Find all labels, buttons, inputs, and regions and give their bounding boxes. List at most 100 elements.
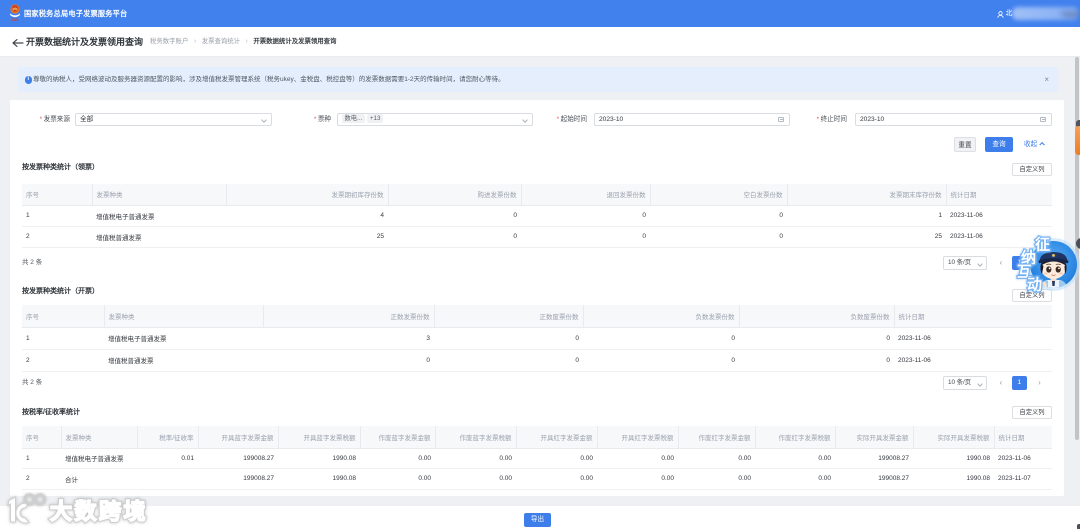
chevron-up-icon: [1039, 142, 1045, 148]
page-title: 开票数据统计及发票领用查询: [26, 37, 144, 47]
column-header: 发票种类: [92, 184, 227, 206]
floating-widget-orange[interactable]: [1075, 126, 1080, 155]
table-cell: 0.00: [597, 468, 678, 490]
section-title-issue: 按发票种类统计（开票）: [22, 288, 99, 295]
collapse-link[interactable]: 收起: [1024, 137, 1045, 152]
table-cell: 2023-11-06: [994, 448, 1052, 469]
table-cell: 0.01: [137, 448, 198, 469]
notice-close-icon[interactable]: ×: [1044, 67, 1049, 92]
prev-page-button[interactable]: ‹: [997, 376, 1005, 390]
mascot-zhengna-hudong[interactable]: 征 纳 互 动: [1008, 228, 1080, 300]
column-header: 负数废票份数: [739, 305, 895, 328]
filter-label-type: * 票种: [313, 115, 331, 123]
table-row[interactable]: 1 增值税电子普通发票 3 0 0 0 2023-11-06: [22, 327, 1052, 350]
column-header: 作废蓝字发票税额: [435, 426, 517, 449]
table-cell: 1990.08: [913, 468, 994, 490]
column-header: 发票期末库存份数: [787, 184, 947, 206]
data-table: 序号 发票种类 税率/征收率 开具蓝字发票金额 开具蓝字发票税额 作废蓝字发票金额 作废蓝字…: [22, 426, 1052, 490]
data-table: 序号 发票种类 发票期初库存份数 购进发票份数 退回发票份数 空白发票份数 发票期末库存份数…: [22, 184, 1052, 248]
breadcrumb: 税务数字账户 › 发票查询统计 › 开票数据统计及发票领用查询: [150, 30, 336, 54]
reset-button[interactable]: 重置: [954, 137, 976, 152]
filter-select-type[interactable]: 数电... +13: [337, 112, 533, 126]
table-cell: 0.00: [360, 468, 435, 490]
count-tag[interactable]: +13: [367, 113, 384, 123]
back-arrow-icon[interactable]: [11, 38, 24, 48]
breadcrumb-item-current: 开票数据统计及发票领用查询: [253, 38, 337, 45]
table-cell: 25: [226, 226, 388, 248]
table-cell: 0: [583, 349, 739, 372]
column-header: 实际开具发票税额: [913, 426, 995, 449]
notice-banner: i 尊敬的纳税人，受网络波动及服务器资源配置的影响，涉及增值税发票管理系统（税务…: [18, 67, 1058, 92]
mascot-officer-face: [1038, 252, 1069, 288]
column-header: 退回发票份数: [521, 184, 651, 206]
table-row[interactable]: 2 增值税普通发票 25 0 0 0 25 2023-11-06: [22, 226, 1052, 248]
column-header: 作废红字发票金额: [678, 426, 756, 449]
column-header: 统计日期: [894, 305, 1052, 328]
data-table: 序号 发票种类 正数发票份数 正数废票份数 负数发票份数 负数废票份数 统计日期 1 增值税电子…: [22, 305, 1052, 372]
table-cell: 2: [22, 226, 92, 248]
export-button[interactable]: 导出: [524, 513, 551, 527]
table-cell: 0.00: [360, 448, 435, 469]
table-cell: 增值税电子普通发票: [92, 205, 226, 227]
mascot-char: 征: [1035, 236, 1050, 254]
table-row[interactable]: 2 增值税普通发票 0 0 0 0 2023-11-06: [22, 349, 1052, 372]
table-cell: 3: [263, 327, 434, 350]
filter-select-source[interactable]: 全部: [75, 112, 272, 126]
filter-date-start[interactable]: 2023-10: [594, 112, 790, 126]
table-cell: 0.00: [435, 468, 516, 490]
page-size-select[interactable]: 10 条/页: [943, 256, 987, 270]
table-taxrate: 序号 发票种类 税率/征收率 开具蓝字发票金额 开具蓝字发票税额 作废蓝字发票金额 作废蓝字…: [22, 426, 1052, 490]
customize-columns-button[interactable]: 自定义列: [1012, 405, 1052, 419]
pagination: 10 条/页 ‹ 1 ›: [943, 376, 1044, 390]
breadcrumb-item[interactable]: 发票查询统计: [202, 38, 240, 45]
table-row[interactable]: 2 合计 199008.27 1990.08 0.00 0.00 0.00 0.00 0.00 0…: [22, 468, 1052, 490]
table-row[interactable]: 1 增值税电子普通发票 4 0 0 0 1 2023-11-06: [22, 205, 1052, 227]
current-page-button[interactable]: 1: [1012, 376, 1027, 390]
column-header: 作废蓝字发票金额: [360, 426, 436, 449]
table-cell: 0: [583, 327, 739, 350]
query-button[interactable]: 查询: [985, 137, 1013, 152]
table-cell: 1: [22, 327, 104, 350]
table-cell: 0: [739, 349, 894, 372]
table-cell: 1: [787, 205, 946, 227]
table-issue: 序号 发票种类 正数发票份数 正数废票份数 负数发票份数 负数废票份数 统计日期 1 增值税电子…: [22, 305, 1052, 372]
table-cell: 2023-11-07: [994, 468, 1052, 490]
selected-tag[interactable]: 数电...: [342, 113, 365, 123]
filter-date-end[interactable]: 2023-10: [855, 112, 1052, 126]
table-cell: 2023-11-06: [894, 349, 1052, 372]
column-header: 统计日期: [994, 426, 1052, 449]
next-page-button[interactable]: ›: [1036, 376, 1044, 390]
table-cell: 199008.27: [198, 448, 278, 469]
footer-bar: 导出: [0, 506, 1080, 529]
breadcrumb-separator: ›: [193, 38, 197, 45]
table-cell: 2023-11-06: [894, 327, 1052, 350]
total-count: 共 2 条: [22, 259, 43, 266]
column-header: 正数废票份数: [434, 305, 584, 328]
section-title-taxrate: 按税率/征收率统计: [22, 409, 80, 416]
user-icon: [997, 10, 1004, 18]
table-row[interactable]: 1 增值税电子普通发票 0.01 199008.27 1990.08 0.00 0.00 0.…: [22, 448, 1052, 469]
table-cell: 2: [22, 349, 104, 372]
table-cell: 0: [388, 226, 521, 248]
table-cell: 199008.27: [198, 468, 278, 490]
page-size-select[interactable]: 10 条/页: [943, 376, 987, 390]
column-header: 开具红字发票税额: [597, 426, 679, 449]
column-header: 负数发票份数: [583, 305, 740, 328]
table-cell: 0.00: [755, 448, 835, 469]
tax-emblem-logo: TAX: [9, 4, 21, 22]
table-cell: 0: [650, 226, 787, 248]
prev-page-button[interactable]: ‹: [997, 256, 1005, 270]
table-cell: 2023-11-06: [946, 205, 1052, 227]
table-cell: 0.00: [516, 448, 597, 469]
corner-widget[interactable]: [1076, 523, 1080, 529]
customize-columns-button[interactable]: 自定义列: [1012, 162, 1052, 176]
notice-text: 尊敬的纳税人，受网络波动及服务器资源配置的影响，涉及增值税发票管理系统（税务uk…: [33, 76, 505, 83]
app-title: 国家税务总局电子发票服务平台: [24, 9, 128, 18]
table-cell: 0.00: [755, 468, 835, 490]
breadcrumb-item[interactable]: 税务数字账户: [150, 38, 188, 45]
table-cell: 1990.08: [278, 468, 360, 490]
table-cell: 0: [434, 349, 583, 372]
section-title-receipt: 按发票种类统计（领票）: [22, 164, 99, 171]
column-header: 序号: [22, 184, 93, 206]
column-header: 正数发票份数: [263, 305, 435, 328]
